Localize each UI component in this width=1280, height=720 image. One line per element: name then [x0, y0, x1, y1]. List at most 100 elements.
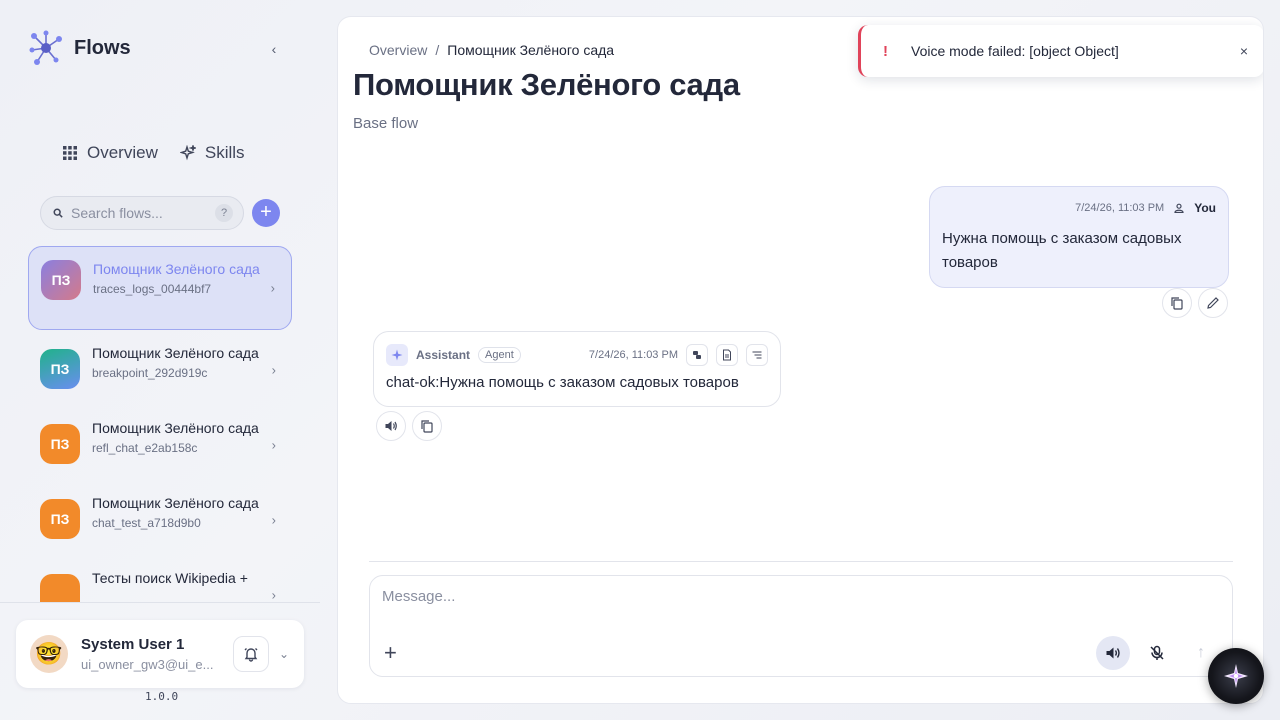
- message-composer: + ↑: [369, 575, 1233, 677]
- nav-skills-label: Skills: [204, 143, 245, 162]
- pencil-icon: [1207, 297, 1219, 309]
- flow-list-item[interactable]: ПЗ Помощник Зелёного сада traces_logs_0044…: [28, 246, 292, 330]
- user-card[interactable]: 🤓 System User 1 ui_owner_gw3@ui_e... ⌄: [16, 620, 304, 688]
- flow-list-item[interactable]: Тесты поиск Wikipedia + ›: [28, 557, 292, 602]
- breadcrumb-separator: /: [435, 42, 440, 58]
- flow-title: Помощник Зелёного сада: [92, 495, 259, 511]
- flow-title: Помощник Зелёного сада: [92, 420, 259, 436]
- sparkles-icon: [179, 145, 196, 161]
- edit-button[interactable]: [1198, 288, 1228, 318]
- nav-overview-label: Overview: [87, 143, 158, 162]
- list-tree-icon: [752, 351, 762, 359]
- microphone-button[interactable]: [1140, 636, 1174, 670]
- avatar: 🤓: [30, 635, 68, 673]
- flow-title: Тесты поиск Wikipedia +: [92, 570, 248, 586]
- flow-subtitle: chat_test_a718d9b0: [92, 516, 201, 530]
- chevron-right-icon: ›: [270, 280, 275, 296]
- composer-divider: [369, 561, 1233, 562]
- sidebar: Flows ‹ Overview Skills ? + ПЗ Помощник З…: [0, 0, 320, 720]
- voice-output-toggle[interactable]: [1096, 636, 1130, 670]
- bell-icon: [244, 648, 258, 662]
- sparkle-icon: [1224, 664, 1248, 688]
- search-icon: [53, 208, 63, 218]
- search-input[interactable]: [71, 205, 207, 221]
- toast-message: Voice mode failed: [object Object]: [911, 43, 1119, 59]
- flow-avatar: ПЗ: [40, 424, 80, 464]
- nav-overview[interactable]: Overview: [62, 143, 158, 163]
- chevron-right-icon: ›: [271, 362, 276, 377]
- attach-button[interactable]: +: [384, 640, 397, 666]
- add-flow-button[interactable]: +: [252, 199, 280, 227]
- flow-avatar: [40, 574, 80, 602]
- flow-avatar: ПЗ: [40, 349, 80, 389]
- user-message-actions: [1162, 288, 1228, 318]
- flow-list-item[interactable]: ПЗ Помощник Зелёного сада breakpoint_292d9…: [28, 332, 292, 407]
- page-title: Помощник Зелёного сада: [353, 67, 740, 102]
- speak-button[interactable]: [376, 411, 406, 441]
- app-name: Flows: [74, 36, 131, 59]
- collapse-sidebar-button[interactable]: ‹: [266, 41, 282, 57]
- user-icon: [1174, 203, 1184, 213]
- trace-button[interactable]: [746, 344, 768, 366]
- flow-title: Помощник Зелёного сада: [93, 261, 260, 277]
- chevron-right-icon: ›: [271, 437, 276, 452]
- assistant-message-actions: [376, 411, 442, 441]
- nav-skills[interactable]: Skills: [179, 143, 245, 163]
- flow-subtitle: breakpoint_292d919c: [92, 366, 208, 380]
- user-message-text: Нужна помощь с заказом садовых товаров: [942, 230, 1182, 271]
- speaker-icon: [385, 421, 397, 431]
- main-panel: Overview / Помощник Зелёного сада Помощн…: [337, 16, 1264, 704]
- assistant-message: Assistant Agent 7/24/26, 11:03 PM chat-o…: [373, 331, 781, 407]
- flows-logo-icon: [29, 30, 62, 65]
- user-message-author: You: [1194, 201, 1216, 215]
- search-box: ?: [40, 196, 244, 230]
- chevron-left-icon: ‹: [271, 41, 277, 57]
- flow-subtitle: refl_chat_e2ab158c: [92, 441, 198, 455]
- copy-icon: [421, 420, 433, 433]
- document-button[interactable]: [716, 344, 738, 366]
- chevron-right-icon: ›: [271, 512, 276, 527]
- user-message: 7/24/26, 11:03 PM You Нужна помощь с зак…: [929, 186, 1229, 288]
- python-button[interactable]: [686, 344, 708, 366]
- sparkle-icon: [386, 344, 408, 366]
- flow-title: Помощник Зелёного сада: [92, 345, 259, 361]
- user-message-time: 7/24/26, 11:03 PM: [1075, 202, 1165, 214]
- assistant-orb-button[interactable]: [1208, 648, 1264, 704]
- error-toast: ! Voice mode failed: [object Object] ×: [858, 25, 1263, 77]
- chevron-right-icon: ›: [271, 587, 276, 602]
- flow-list: ПЗ Помощник Зелёного сада traces_logs_0044…: [28, 246, 292, 602]
- document-icon: [723, 349, 731, 361]
- assistant-name: Assistant: [416, 348, 471, 362]
- sidebar-divider: [0, 602, 320, 603]
- speaker-icon: [1106, 647, 1120, 659]
- page-subtitle: Base flow: [353, 115, 419, 132]
- flow-avatar: ПЗ: [40, 499, 80, 539]
- copy-button[interactable]: [1162, 288, 1192, 318]
- flow-list-item[interactable]: ПЗ Помощник Зелёного сада chat_test_a718d9…: [28, 482, 292, 557]
- copy-button[interactable]: [412, 411, 442, 441]
- flow-list-item[interactable]: ПЗ Помощник Зелёного сада refl_chat_e2ab15…: [28, 407, 292, 482]
- flow-avatar: ПЗ: [41, 260, 81, 300]
- brand[interactable]: Flows: [28, 30, 131, 66]
- flow-subtitle: traces_logs_00444bf7: [93, 282, 212, 296]
- app-version: 1.0.0: [145, 690, 179, 703]
- grid-icon: [63, 146, 77, 160]
- close-icon[interactable]: ×: [1240, 43, 1248, 59]
- breadcrumb-current: Помощник Зелёного сада: [447, 42, 615, 58]
- agent-badge: Agent: [478, 347, 521, 363]
- sidebar-nav: Overview Skills: [62, 143, 245, 163]
- python-icon: [693, 351, 701, 359]
- copy-icon: [1171, 297, 1183, 310]
- microphone-off-icon: [1150, 645, 1164, 660]
- breadcrumb: Overview / Помощник Зелёного сада: [369, 42, 614, 58]
- message-input[interactable]: [382, 588, 1202, 628]
- chevron-down-icon[interactable]: ⌄: [279, 647, 289, 661]
- user-email: ui_owner_gw3@ui_e...: [81, 657, 214, 672]
- breadcrumb-overview[interactable]: Overview: [369, 42, 427, 58]
- search-help-icon[interactable]: ?: [215, 204, 233, 222]
- notifications-button[interactable]: [233, 636, 269, 672]
- user-name: System User 1: [81, 636, 185, 653]
- assistant-message-text: chat-ok:Нужна помощь с заказом садовых т…: [386, 374, 739, 391]
- assistant-message-time: 7/24/26, 11:03 PM: [588, 349, 678, 361]
- alert-icon: !: [883, 42, 888, 60]
